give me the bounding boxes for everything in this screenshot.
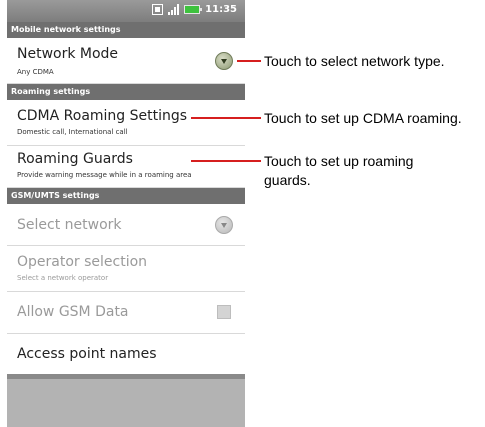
cdma-roaming-subtitle: Domestic call, International call [17, 128, 128, 136]
callout-cdma-roaming: Touch to set up CDMA roaming. [264, 110, 462, 126]
allow-gsm-data-title: Allow GSM Data [17, 304, 129, 320]
operator-selection-title: Operator selection [17, 254, 148, 270]
operator-selection-row[interactable]: Operator selection Select a network oper… [7, 246, 245, 292]
allow-gsm-data-row[interactable]: Allow GSM Data [7, 292, 245, 334]
roaming-guards-row[interactable]: Roaming Guards Provide warning message w… [7, 146, 245, 188]
network-mode-subtitle: Any CDMA [17, 68, 54, 76]
callout-line-cdma-roaming [191, 117, 261, 119]
section-header-roaming: Roaming settings [7, 84, 245, 100]
select-network-title: Select network [17, 217, 122, 233]
cdma-roaming-title: CDMA Roaming Settings [17, 108, 188, 124]
phone-screen: 11:35 Mobile network settings Network Mo… [7, 0, 245, 427]
network-mode-row[interactable]: Network Mode Any CDMA [7, 38, 245, 84]
cdma-roaming-row[interactable]: CDMA Roaming Settings Domestic call, Int… [7, 100, 245, 146]
roaming-guards-subtitle: Provide warning message while in a roami… [17, 171, 192, 179]
callout-line-roaming-guards [191, 160, 261, 162]
checkbox-icon[interactable] [217, 305, 231, 319]
select-network-row[interactable]: Select network [7, 204, 245, 246]
dropdown-icon[interactable] [215, 216, 233, 234]
photo-icon [152, 4, 164, 15]
section-header-mobile: Mobile network settings [7, 22, 245, 38]
dropdown-icon[interactable] [215, 52, 233, 70]
battery-icon [184, 5, 203, 14]
operator-selection-subtitle: Select a network operator [17, 274, 109, 282]
callout-roaming-guards-line2: guards. [264, 172, 311, 188]
status-bar: 11:35 [7, 0, 245, 22]
section-header-gsm: GSM/UMTS settings [7, 188, 245, 204]
callout-roaming-guards-line1: Touch to set up roaming [264, 153, 414, 169]
signal-icon [168, 4, 180, 15]
roaming-guards-title: Roaming Guards [17, 151, 133, 167]
callout-network-type: Touch to select network type. [264, 53, 445, 69]
callout-line-network-type [237, 60, 261, 62]
network-mode-title: Network Mode [17, 46, 119, 62]
bottom-bar [7, 374, 245, 427]
status-time: 11:35 [205, 4, 237, 15]
access-point-names-row[interactable]: Access point names [7, 334, 245, 374]
access-point-names-title: Access point names [17, 346, 157, 362]
status-icons: 11:35 [152, 4, 237, 15]
